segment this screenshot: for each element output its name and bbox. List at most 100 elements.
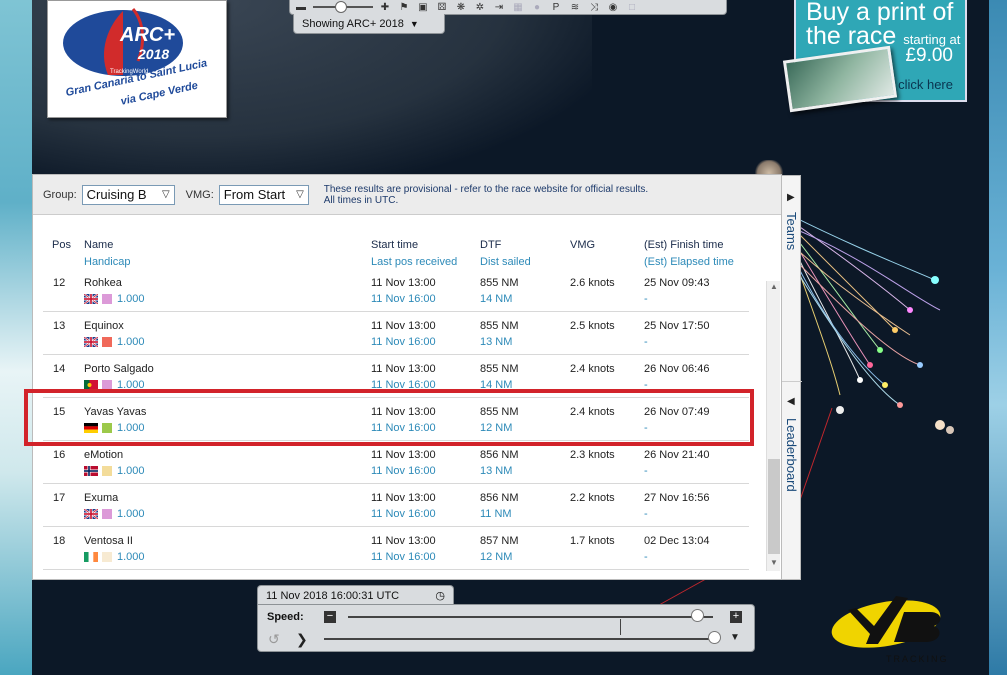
p-icon[interactable]: P: [549, 1, 563, 13]
vmg-value: 2.3 knots: [570, 449, 615, 461]
handicap-value: 1.000: [117, 293, 145, 305]
col-vmg-label: VMG: [570, 239, 596, 251]
group-value: Cruising B: [86, 187, 147, 202]
boat-color-swatch: [102, 294, 112, 305]
handicap-value: 1.000: [117, 551, 145, 563]
speed-decrease-button[interactable]: −: [324, 611, 336, 623]
handicap-value: 1.000: [117, 465, 145, 477]
vmg-value: 2.2 knots: [570, 492, 615, 504]
dice-icon[interactable]: ⚄: [435, 1, 449, 13]
playback-controls: Speed: − + ↺ ❯ ▼: [257, 604, 755, 652]
tab-teams[interactable]: ▶ Teams: [782, 176, 802, 381]
col-start-label: Start time: [371, 239, 419, 251]
yb-text: TRACKING: [886, 654, 949, 664]
showing-dropdown[interactable]: Showing ARC+ 2018 ▼: [293, 14, 445, 34]
col-dtf[interactable]: DTF Dist sailed: [480, 239, 531, 268]
last-pos-time: 11 Nov 16:00: [371, 336, 436, 348]
elapsed-time: -: [644, 508, 648, 520]
square-icon[interactable]: □: [625, 1, 639, 13]
time-slider-handle[interactable]: [708, 631, 722, 644]
vmg-select[interactable]: From Start ▽: [218, 184, 309, 205]
speed-track[interactable]: [348, 616, 713, 635]
boat-name[interactable]: Exuma: [84, 492, 118, 504]
table-row[interactable]: 16 eMotion 1.000 11 Nov 13:00 11 Nov 16:…: [43, 441, 749, 484]
flag-icon[interactable]: ⚑: [397, 1, 411, 13]
start-time: 11 Nov 13:00: [371, 363, 436, 375]
col-pos[interactable]: Pos: [52, 239, 71, 251]
table-row[interactable]: 13 Equinox 1.000 11 Nov 13:00 11 Nov 16:…: [43, 312, 749, 355]
speed-increase-button[interactable]: +: [730, 611, 742, 623]
play-icon[interactable]: ❯: [296, 631, 308, 648]
exit-icon[interactable]: ⇥: [492, 1, 506, 13]
dtf-value: 855 NM: [480, 363, 519, 375]
paw-icon[interactable]: ❋: [454, 1, 468, 13]
zoom-slider[interactable]: [313, 1, 373, 13]
drop-icon[interactable]: ●: [530, 1, 544, 13]
col-vmg[interactable]: VMG: [570, 239, 595, 251]
scroll-down-icon[interactable]: ▼: [769, 558, 779, 570]
globe-icon[interactable]: ◉: [606, 1, 620, 13]
table-row[interactable]: 17 Exuma 1.000 11 Nov 13:00 11 Nov 16:00…: [43, 484, 749, 527]
elapsed-time: -: [644, 293, 648, 305]
row-highlight-annotation: [24, 389, 754, 446]
vmg-label: VMG:: [185, 188, 214, 201]
zoom-out-icon[interactable]: ▬: [294, 1, 308, 13]
speed-slider-handle[interactable]: [691, 609, 705, 622]
table-header: Pos Name Handicap Start time Last pos rece…: [33, 239, 763, 273]
boat-name[interactable]: Ventosa II: [84, 535, 133, 547]
yb-tracking-logo[interactable]: TRACKING: [826, 588, 961, 668]
table-row[interactable]: 12 Rohkea 1.000 11 Nov 13:00 11 Nov 16:0…: [43, 278, 749, 312]
map-background-left: [0, 0, 32, 675]
last-pos-time: 11 Nov 16:00: [371, 508, 436, 520]
boat-color-swatch: [102, 509, 112, 520]
grid-icon[interactable]: ▦: [511, 1, 525, 13]
last-pos-time: 11 Nov 16:00: [371, 293, 436, 305]
col-handicap-label: Handicap: [84, 256, 131, 268]
reset-icon[interactable]: ↺: [268, 631, 280, 648]
ad-cta[interactable]: click here: [898, 77, 953, 92]
start-time: 11 Nov 13:00: [371, 320, 436, 332]
col-finish[interactable]: (Est) Finish time (Est) Elapsed time: [644, 239, 734, 268]
tab-leaderboard-label: Leaderboard: [784, 418, 799, 492]
scroll-up-icon[interactable]: ▲: [769, 282, 779, 294]
flag-icon: [84, 466, 98, 477]
chevron-down-icon[interactable]: ▼: [730, 632, 740, 643]
dtf-value: 857 NM: [480, 535, 519, 547]
boat-name[interactable]: eMotion: [84, 449, 123, 461]
clock-icon[interactable]: ◷: [435, 589, 445, 602]
col-elapsed-label: (Est) Elapsed time: [644, 256, 734, 268]
table-row[interactable]: 18 Ventosa II 1.000 11 Nov 13:00 11 Nov …: [43, 527, 749, 570]
zoom-in-icon[interactable]: ✚: [378, 1, 392, 13]
finish-time: 26 Nov 21:40: [644, 449, 710, 461]
time-track[interactable]: [324, 638, 714, 640]
dist-sailed-value: 12 NM: [480, 551, 513, 563]
flag-icon: [83, 508, 99, 520]
start-time: 11 Nov 13:00: [371, 492, 436, 504]
chevron-down-icon: ▼: [409, 18, 419, 29]
wind-icon[interactable]: ≋: [568, 1, 582, 13]
boat-name[interactable]: Porto Salgado: [84, 363, 154, 375]
vmg-value: From Start: [223, 187, 286, 202]
boat-name[interactable]: Rohkea: [84, 278, 122, 289]
boat-tracks[interactable]: [790, 215, 960, 465]
col-start[interactable]: Start time Last pos received: [371, 239, 457, 268]
vmg-value: 2.4 knots: [570, 363, 615, 375]
scroll-thumb[interactable]: [768, 459, 780, 554]
shuffle-icon[interactable]: ⤨: [587, 1, 601, 13]
boat-name[interactable]: Equinox: [84, 320, 124, 332]
group-select[interactable]: Cruising B ▽: [81, 184, 175, 205]
side-tabs: ▶ Teams ◀ Leaderboard: [781, 175, 802, 581]
box-icon[interactable]: ▣: [416, 1, 430, 13]
row-handicap: 1.000: [84, 551, 145, 563]
network-icon[interactable]: ✲: [473, 1, 487, 13]
row-handicap: 1.000: [83, 336, 145, 348]
chevron-down-icon: ▽: [161, 189, 170, 200]
event-logo[interactable]: ARC+ 2018 TrackingWorld Gran Canaria to …: [47, 0, 227, 118]
row-pos: 16: [53, 449, 66, 461]
handicap-value: 1.000: [117, 508, 145, 520]
tab-leaderboard[interactable]: ◀ Leaderboard: [782, 381, 802, 581]
col-pos-label: Pos: [52, 239, 71, 251]
col-name[interactable]: Name Handicap: [84, 239, 130, 268]
elapsed-time: -: [644, 465, 648, 477]
results-scrollbar[interactable]: ▲ ▼: [766, 281, 780, 571]
